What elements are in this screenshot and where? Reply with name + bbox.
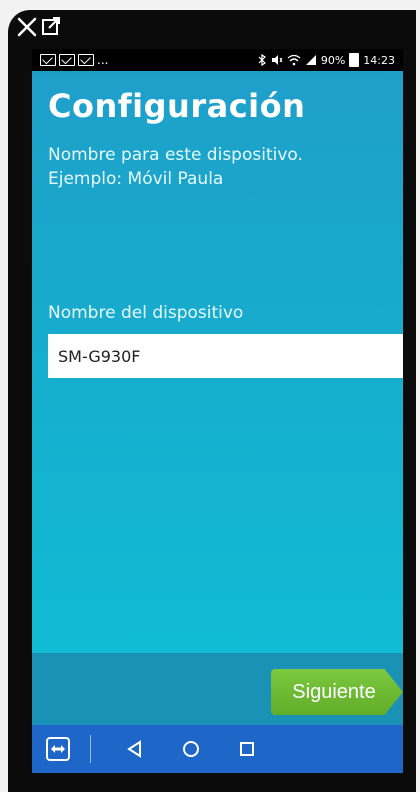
system-icons: 90% 14:23 [257, 53, 395, 67]
next-button[interactable]: Siguiente [271, 669, 403, 715]
phone-frame: ... 90% 14:23 Configuración Nombre para … [8, 10, 416, 792]
android-nav-bar [32, 725, 403, 773]
home-icon[interactable] [181, 739, 201, 759]
mail-icon [78, 54, 94, 66]
wifi-icon [287, 54, 301, 66]
recents-icon[interactable] [237, 739, 257, 759]
window-toolbar [8, 10, 416, 46]
device-screen: ... 90% 14:23 Configuración Nombre para … [32, 49, 403, 773]
status-bar: ... 90% 14:23 [32, 49, 403, 71]
page-description: Nombre para este dispositivo. Ejemplo: M… [48, 143, 388, 191]
device-name-label: Nombre del dispositivo [48, 303, 244, 323]
signal-icon [305, 54, 317, 66]
window-controls [16, 16, 62, 38]
page-title: Configuración [48, 87, 306, 125]
teamviewer-icon[interactable] [46, 737, 70, 761]
nav-divider [90, 735, 91, 763]
device-name-input[interactable] [48, 334, 403, 378]
close-icon[interactable] [16, 16, 38, 38]
bluetooth-icon [257, 54, 267, 66]
nav-buttons [125, 739, 257, 759]
mail-icon [59, 54, 75, 66]
description-example: Ejemplo: Móvil Paula [48, 169, 224, 189]
mail-icon [40, 54, 56, 66]
description-line: Nombre para este dispositivo. [48, 145, 303, 165]
battery-percent: 90% [320, 53, 346, 67]
external-link-icon[interactable] [40, 16, 62, 38]
notification-icons: ... [40, 53, 108, 67]
clock: 14:23 [363, 53, 395, 67]
battery-icon [349, 53, 360, 67]
notification-ellipsis: ... [97, 53, 109, 67]
mute-icon [271, 54, 283, 66]
back-icon[interactable] [125, 739, 145, 759]
